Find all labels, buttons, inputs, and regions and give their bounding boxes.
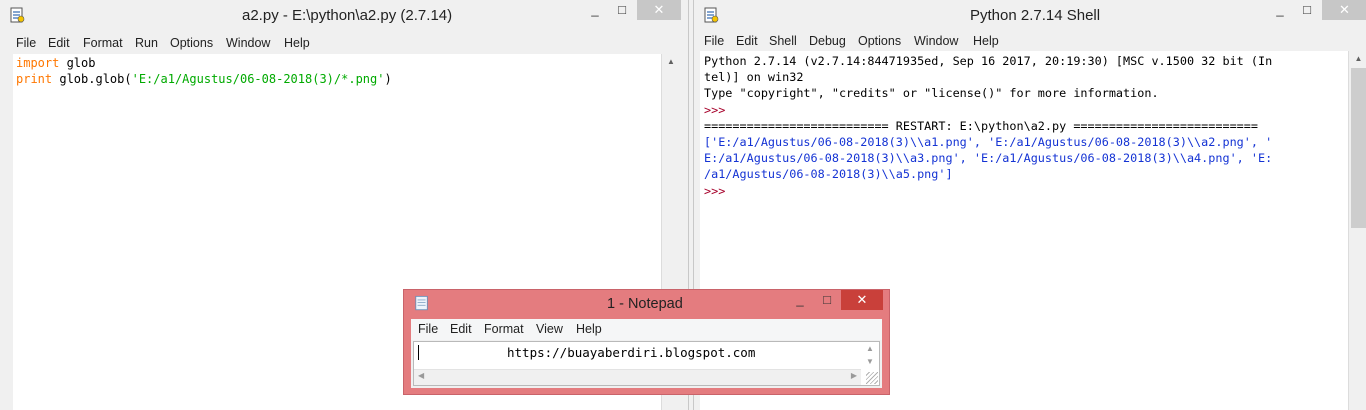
scroll-up-arrow-icon[interactable]: ▲ [1349, 51, 1366, 67]
code-line-1: import glob [16, 56, 95, 70]
menu-format[interactable]: Format [484, 322, 524, 336]
minimize-button[interactable]: _ [582, 0, 608, 20]
notepad-client: File Edit Format View Help https://buaya… [411, 319, 882, 388]
notepad-titlebar[interactable]: 1 - Notepad _ □ ✕ [404, 290, 889, 318]
idle-app-icon [704, 7, 719, 23]
close-button[interactable]: ✕ [841, 290, 883, 310]
menu-options[interactable]: Options [858, 34, 901, 48]
notepad-content: https://buayaberdiri.blogspot.com [507, 345, 756, 360]
menu-window[interactable]: Window [226, 36, 270, 50]
banner-line: tel)] on win32 [704, 70, 804, 85]
restart-line: ========================== RESTART: E:\p… [704, 118, 1258, 133]
editor-menubar: File Edit Format Run Options Window Help [0, 33, 688, 53]
banner-line: Type "copyright", "credits" or "license(… [704, 86, 1159, 101]
shell-prompt: >>> [704, 102, 726, 117]
scroll-up-arrow-icon[interactable]: ▲ [863, 344, 877, 353]
menu-view[interactable]: View [536, 322, 563, 336]
size-grip-icon[interactable] [866, 372, 878, 384]
notepad-title: 1 - Notepad [607, 296, 683, 312]
menu-edit[interactable]: Edit [450, 322, 472, 336]
menu-edit[interactable]: Edit [736, 34, 758, 48]
code-text: glob [59, 56, 96, 70]
menu-window[interactable]: Window [914, 34, 958, 48]
shell-title: Python 2.7.14 Shell [970, 7, 1101, 24]
menu-run[interactable]: Run [135, 36, 158, 50]
menu-file[interactable]: File [16, 36, 36, 50]
banner-line: Python 2.7.14 (v2.7.14:84471935ed, Sep 1… [704, 54, 1273, 68]
code-line-2: print glob.glob('E:/a1/Agustus/06-08-201… [16, 72, 392, 86]
string-literal: 'E:/a1/Agustus/06-08-2018(3)/*.png' [131, 71, 385, 86]
horizontal-scrollbar[interactable]: ◀ ▶ [414, 369, 861, 385]
idle-app-icon [10, 7, 25, 23]
code-text: glob.glob( [52, 71, 132, 86]
scroll-up-arrow-icon[interactable]: ▲ [662, 54, 680, 70]
menu-help[interactable]: Help [576, 322, 602, 336]
keyword-print: print [16, 71, 53, 86]
shell-scrollbar[interactable]: ▲ [1348, 51, 1366, 410]
menu-help[interactable]: Help [284, 36, 310, 50]
menu-edit[interactable]: Edit [48, 36, 70, 50]
scroll-left-arrow-icon[interactable]: ◀ [418, 371, 424, 380]
minimize-button[interactable]: _ [1267, 0, 1293, 20]
menu-file[interactable]: File [704, 34, 724, 48]
text-cursor [418, 345, 419, 360]
editor-title: a2.py - E:\python\a2.py (2.7.14) [242, 7, 453, 24]
editor-titlebar[interactable]: a2.py - E:\python\a2.py (2.7.14) _ □ ✕ [0, 0, 688, 30]
notepad-window: 1 - Notepad _ □ ✕ File Edit Format View … [403, 289, 890, 395]
scroll-down-arrow-icon[interactable]: ▼ [863, 357, 877, 366]
notepad-menubar: File Edit Format View Help [411, 319, 882, 340]
close-button[interactable]: ✕ [637, 0, 681, 20]
output-line: E:/a1/Agustus/06-08-2018(3)\\a3.png', 'E… [704, 151, 1273, 166]
shell-titlebar[interactable]: Python 2.7.14 Shell _ □ ✕ [694, 0, 1366, 30]
menu-debug[interactable]: Debug [809, 34, 846, 48]
menu-file[interactable]: File [418, 322, 438, 336]
code-text: ) [384, 71, 392, 86]
shell-prompt: >>> [704, 183, 726, 198]
close-button[interactable]: ✕ [1322, 0, 1366, 20]
minimize-button[interactable]: _ [787, 290, 813, 310]
menu-options[interactable]: Options [170, 36, 213, 50]
notepad-app-icon [415, 295, 428, 311]
menu-help[interactable]: Help [973, 34, 999, 48]
scrollbar-thumb[interactable] [1351, 68, 1366, 228]
shell-menubar: File Edit Shell Debug Options Window Hel… [694, 31, 1366, 51]
maximize-button[interactable]: □ [1294, 0, 1320, 20]
keyword-import: import [16, 56, 60, 70]
notepad-text-area[interactable]: https://buayaberdiri.blogspot.com ▲ ▼ ◀ … [413, 341, 880, 386]
menu-format[interactable]: Format [83, 36, 123, 50]
maximize-button[interactable]: □ [609, 0, 635, 20]
menu-shell[interactable]: Shell [769, 34, 797, 48]
maximize-button[interactable]: □ [814, 290, 840, 310]
output-line: ['E:/a1/Agustus/06-08-2018(3)\\a1.png', … [704, 135, 1273, 150]
scroll-right-arrow-icon[interactable]: ▶ [851, 371, 857, 380]
output-line: /a1/Agustus/06-08-2018(3)\\a5.png'] [704, 167, 953, 182]
